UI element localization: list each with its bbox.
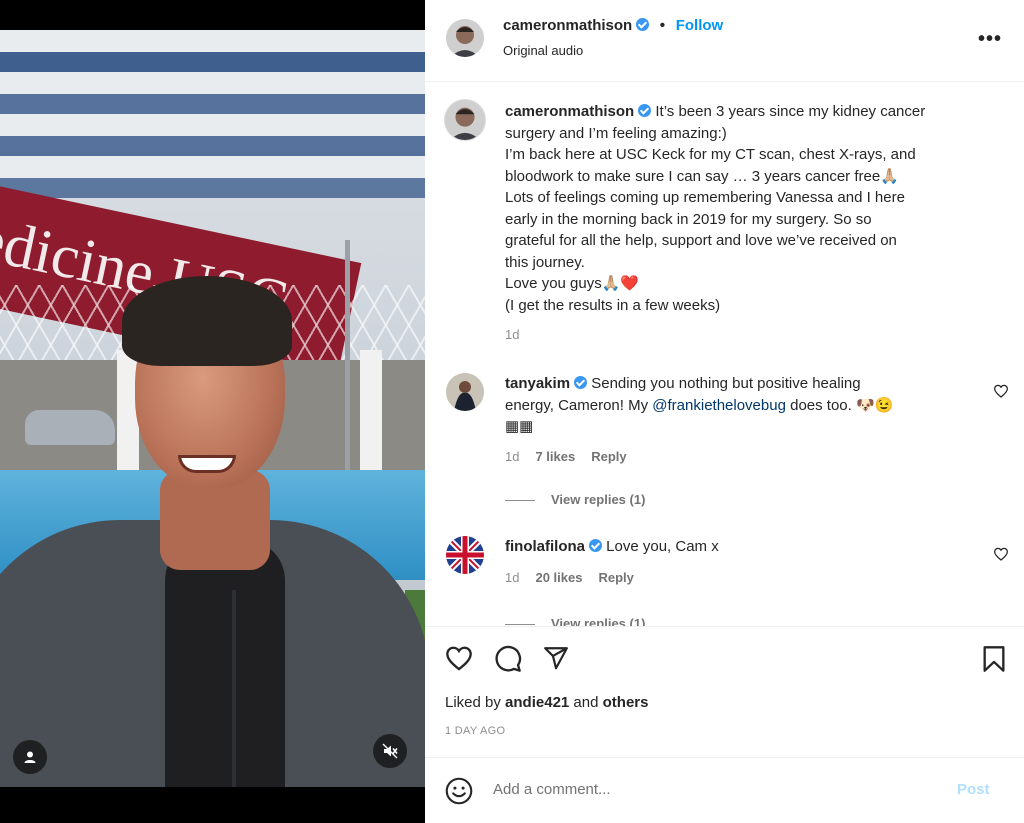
comment-text: does too. 🐶😉	[785, 396, 894, 414]
comment-text: Love you, Cam x	[606, 538, 719, 555]
mute-button[interactable]	[373, 734, 407, 768]
tagged-users-button[interactable]	[13, 740, 47, 774]
comment-timestamp[interactable]: 1d	[505, 449, 519, 464]
commenter-avatar[interactable]	[446, 536, 484, 574]
share-icon[interactable]	[542, 645, 570, 671]
save-bookmark-icon[interactable]	[982, 645, 1006, 673]
video-frame: edicine USC	[0, 30, 425, 787]
post-header: cameronmathison • Follow Original audio …	[425, 0, 1024, 82]
comment-username[interactable]: tanyakim	[505, 375, 570, 392]
comment-text: ▦▦	[505, 418, 534, 435]
caption-line: early in the morning back in 2019 for my…	[505, 210, 872, 228]
post-date[interactable]: 1 DAY AGO	[445, 725, 505, 737]
speaker-muted-icon	[382, 743, 398, 759]
view-replies-button[interactable]: View replies (1)	[505, 489, 975, 511]
comment-item: finolafilona Love you, Cam x 1d 20 likes R…	[425, 534, 1024, 626]
caption-line: I’m back here at USC Keck for my CT scan…	[505, 146, 916, 163]
bottom-strip	[0, 808, 425, 823]
video-player[interactable]: edicine USC	[0, 0, 425, 823]
verified-badge-icon	[574, 376, 588, 389]
caption-timestamp[interactable]: 1d	[505, 324, 1015, 346]
caption-line: bloodwork to make sure I can say … 3 yea…	[505, 167, 899, 185]
liked-by: Liked by andie421 and others	[445, 694, 648, 711]
comment-icon[interactable]	[494, 645, 522, 673]
like-comment-icon[interactable]	[993, 384, 1009, 398]
caption-line: (I get the results in a few weeks)	[505, 296, 721, 314]
comment-input[interactable]: Add a comment...	[493, 781, 611, 798]
post-actions: Liked by andie421 and others 1 DAY AGO	[425, 626, 1024, 757]
like-icon[interactable]	[445, 645, 473, 671]
comment-username[interactable]: finolafilona	[505, 538, 585, 555]
verified-badge-icon	[636, 18, 650, 31]
reply-button[interactable]: Reply	[591, 449, 626, 464]
comment-timestamp[interactable]: 1d	[505, 570, 519, 585]
commenter-avatar[interactable]	[446, 373, 484, 411]
caption-line: Lots of feelings coming up remembering V…	[505, 189, 905, 206]
post-comment-button[interactable]: Post	[957, 781, 990, 798]
author-username[interactable]: cameronmathison	[503, 17, 632, 34]
audio-label[interactable]: Original audio	[503, 43, 583, 58]
person-icon	[24, 751, 36, 763]
emoji-icon[interactable]	[445, 777, 473, 805]
caption-author-avatar[interactable]	[444, 99, 486, 141]
comments-list[interactable]: cameronmathison It’s been 3 years since …	[425, 83, 1024, 626]
liked-by-user-link[interactable]: andie421	[505, 694, 569, 711]
follow-button[interactable]: Follow	[676, 17, 724, 34]
post-panel: cameronmathison • Follow Original audio …	[425, 0, 1024, 823]
liked-by-others-link[interactable]: others	[603, 694, 649, 711]
caption-line: It’s been 3 years since my kidney cancer	[655, 103, 926, 120]
like-comment-icon[interactable]	[993, 547, 1009, 561]
caption-username[interactable]: cameronmathison	[505, 103, 634, 120]
view-replies-label: View replies (1)	[551, 492, 646, 507]
comment-likes[interactable]: 7 likes	[535, 449, 575, 464]
liked-by-mid: and	[569, 694, 603, 711]
comment-text: energy, Cameron! My	[505, 396, 653, 414]
comment-likes[interactable]: 20 likes	[535, 570, 582, 585]
verified-badge-icon	[638, 104, 652, 117]
reply-button[interactable]: Reply	[598, 570, 633, 585]
caption-line: grateful for all the help, support and l…	[505, 232, 897, 249]
comment-item: tanyakim Sending you nothing but positiv…	[425, 371, 1024, 511]
comment-composer: Add a comment... Post	[425, 757, 1024, 823]
mention-link[interactable]: @frankiethelovebug	[652, 397, 786, 414]
view-replies-label: View replies (1)	[551, 616, 646, 626]
caption-line: this journey.	[505, 253, 585, 271]
liked-by-prefix: Liked by	[445, 694, 506, 711]
more-options-icon[interactable]: •••	[978, 28, 1002, 51]
author-avatar[interactable]	[446, 19, 484, 57]
caption-line: surgery and I’m feeling amazing:)	[505, 124, 727, 142]
caption-line: Love you guys🙏🏼❤️	[505, 275, 640, 292]
verified-badge-icon	[589, 539, 602, 552]
view-replies-button[interactable]: View replies (1)	[505, 613, 975, 626]
comment-text: Sending you nothing but positive healing	[591, 375, 861, 392]
